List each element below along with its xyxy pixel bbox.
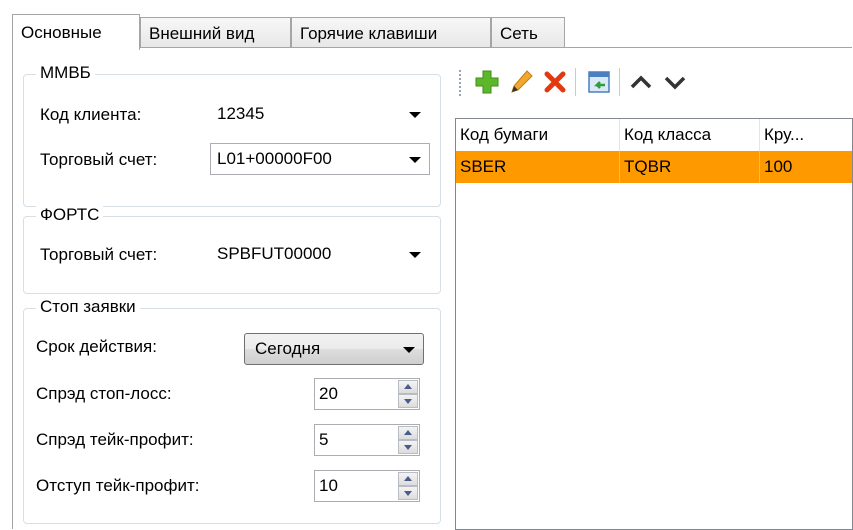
spinner-buttons [398, 472, 418, 500]
add-icon[interactable] [473, 68, 501, 96]
expiry-value: Сегодня [255, 339, 321, 358]
spinner-buttons [398, 380, 418, 408]
chevron-down-icon[interactable] [409, 112, 421, 118]
client-code-label: Код клиента: [40, 105, 142, 124]
edit-icon[interactable] [507, 68, 535, 96]
chevron-down-icon[interactable] [409, 157, 421, 163]
forts-account-value: SPBFUT00000 [217, 244, 332, 263]
tab-label: Внешний вид [149, 24, 255, 43]
forts-group: ФОРТС Торговый счет: SPBFUT00000 [23, 205, 441, 294]
spin-down-icon[interactable] [398, 440, 418, 454]
toolbar-separator [575, 68, 577, 96]
take-profit-label: Спрэд тейк-профит: [36, 430, 194, 449]
grid-header: Код бумаги Код класса Кру... [456, 119, 852, 152]
cell-lot: 100 [764, 157, 793, 176]
spin-up-icon[interactable] [398, 426, 418, 440]
tab-label: Сеть [500, 24, 538, 43]
spinner-buttons [398, 426, 418, 454]
forts-account-combo[interactable]: SPBFUT00000 [210, 238, 430, 270]
column-header-class[interactable]: Код класса [620, 119, 760, 151]
client-code-value: 12345 [217, 104, 265, 123]
offset-value: 10 [319, 476, 338, 495]
table-row[interactable]: SBER TQBR 100 [456, 151, 852, 183]
toolbar-grip [459, 70, 461, 96]
stop-orders-group-title: Стоп заявки [36, 297, 140, 317]
stop-loss-label: Спрэд стоп-лосс: [36, 384, 172, 403]
mmvb-group-title: ММВБ [36, 63, 95, 83]
client-code-combo[interactable]: 12345 [210, 98, 430, 130]
cell-security: SBER [456, 151, 620, 183]
move-up-icon[interactable] [627, 68, 655, 96]
chevron-down-icon[interactable] [403, 347, 415, 353]
chevron-down-icon[interactable] [409, 252, 421, 258]
tab-hotkeys[interactable]: Горячие клавиши [291, 17, 491, 48]
mmvb-account-label: Торговый счет: [40, 150, 158, 169]
mmvb-account-value: L01+00000F00 [217, 149, 332, 168]
tab-main[interactable]: Основные [12, 14, 140, 50]
forts-group-title: ФОРТС [36, 205, 104, 225]
tab-label: Основные [21, 23, 102, 42]
securities-toolbar [455, 64, 853, 100]
take-profit-spinner[interactable]: 5 [314, 424, 420, 456]
cell-class: TQBR [620, 151, 760, 183]
stop-loss-value: 20 [319, 384, 338, 403]
mmvb-group: ММВБ Код клиента: 12345 Торговый счет: L… [23, 63, 441, 207]
spin-down-icon[interactable] [398, 486, 418, 500]
take-profit-value: 5 [319, 430, 329, 449]
offset-label: Отступ тейк-профит: [36, 476, 200, 495]
spin-up-icon[interactable] [398, 380, 418, 394]
expiry-label: Срок действия: [36, 337, 157, 356]
stop-orders-group: Стоп заявки Срок действия: Сегодня Спрэд… [23, 297, 441, 524]
move-down-icon[interactable] [661, 68, 689, 96]
tab-network[interactable]: Сеть [491, 17, 565, 48]
tab-content: ММВБ Код клиента: 12345 Торговый счет: L… [12, 47, 853, 530]
stop-loss-spinner[interactable]: 20 [314, 378, 420, 410]
forts-account-label: Торговый счет: [40, 245, 158, 264]
spin-up-icon[interactable] [398, 472, 418, 486]
offset-spinner[interactable]: 10 [314, 470, 420, 502]
expiry-combo[interactable]: Сегодня [244, 333, 424, 365]
column-header-security[interactable]: Код бумаги [456, 119, 620, 151]
toolbar-separator [619, 68, 621, 96]
tab-label: Горячие клавиши [300, 24, 438, 43]
mmvb-account-combo[interactable]: L01+00000F00 [210, 143, 430, 175]
column-header-lot[interactable]: Кру... [760, 119, 852, 151]
securities-grid[interactable]: Код бумаги Код класса Кру... SBER TQBR 1… [455, 118, 853, 530]
spin-down-icon[interactable] [398, 394, 418, 408]
delete-icon[interactable] [541, 68, 569, 96]
tab-appearance[interactable]: Внешний вид [140, 17, 291, 48]
import-icon[interactable] [585, 68, 613, 96]
